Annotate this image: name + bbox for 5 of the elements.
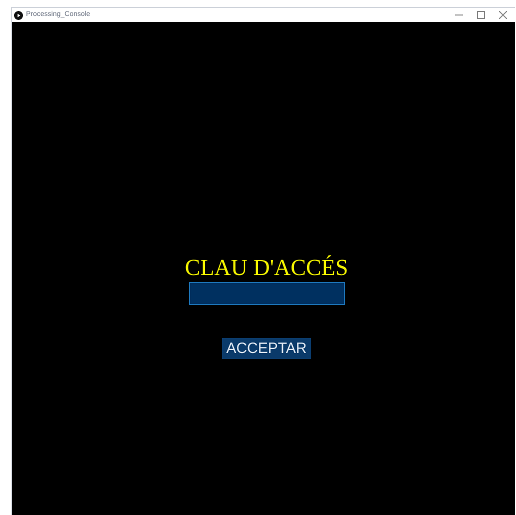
password-field[interactable] <box>188 282 344 305</box>
maximize-icon[interactable] <box>477 11 485 19</box>
accept-button[interactable]: ACCEPTAR <box>222 338 311 359</box>
close-icon[interactable] <box>499 11 507 19</box>
heading: CLAU D'ACCÉS <box>184 255 348 281</box>
